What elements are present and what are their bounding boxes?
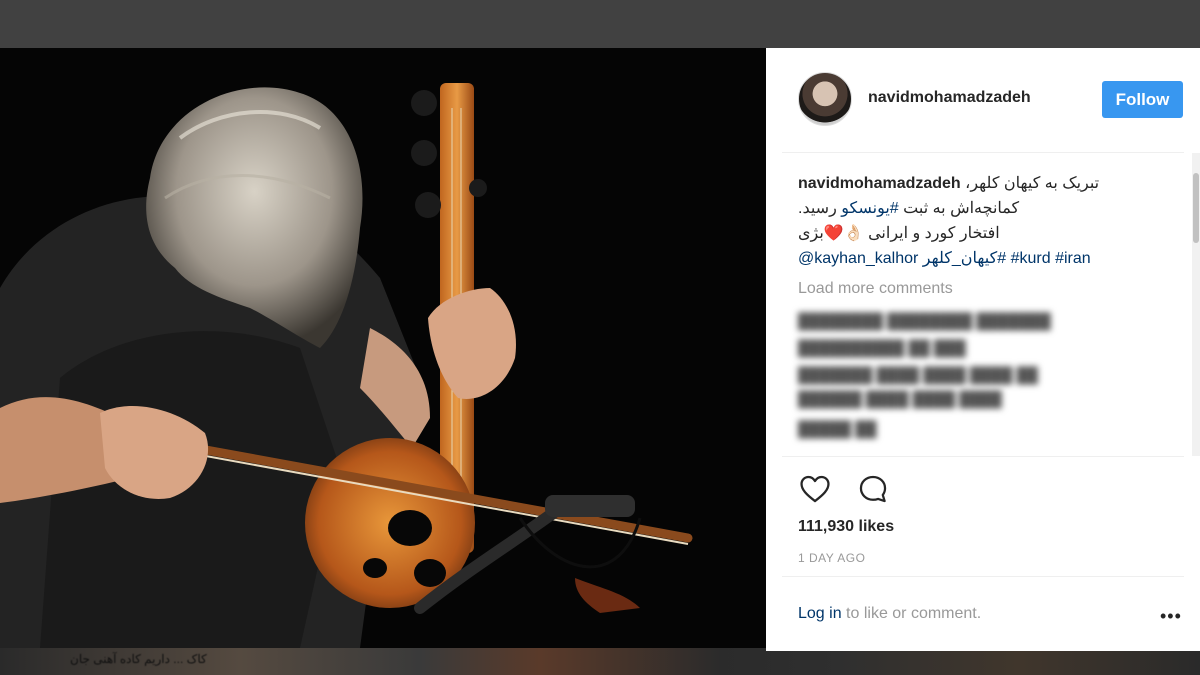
hashtag-iran[interactable]: #iran bbox=[1055, 250, 1091, 267]
musician-photo-illustration bbox=[0, 48, 766, 648]
hashtag-unesco[interactable]: #یونسکو bbox=[841, 200, 898, 217]
heart-icon[interactable] bbox=[798, 472, 832, 506]
top-bar bbox=[0, 0, 1200, 48]
background-strip: کاک ... داریم کاده آهنی جان bbox=[0, 648, 1200, 675]
caption-line-4: @kayhan_kalhor #کیهان_کلهر #kurd #iran bbox=[798, 248, 1091, 268]
avatar[interactable] bbox=[798, 72, 852, 126]
post-header: navidmohamadzadeh Follow bbox=[766, 48, 1200, 152]
caption-text-1: تبریک به کیهان کلهر، bbox=[965, 175, 1100, 192]
post-timestamp: 1 DAY AGO bbox=[798, 551, 866, 565]
mention-kayhan-kalhor[interactable]: @kayhan_kalhor bbox=[798, 250, 918, 267]
blurred-comment: ██████ ████ ████ ████ bbox=[798, 391, 1002, 408]
caption-line-1: navidmohamadzadeh تبریک به کیهان کلهر، bbox=[798, 173, 1099, 193]
blurred-comment: ███████ ████ ████ ████ ██ bbox=[798, 367, 1038, 384]
comment-bubble-icon[interactable] bbox=[856, 472, 890, 506]
post-username[interactable]: navidmohamadzadeh bbox=[868, 89, 1031, 107]
comments-section[interactable]: navidmohamadzadeh تبریک به کیهان کلهر، ک… bbox=[766, 153, 1200, 456]
caption-text-2b: رسید. bbox=[798, 200, 842, 217]
hashtag-kurd[interactable]: #kurd bbox=[1011, 250, 1051, 267]
divider bbox=[782, 576, 1184, 577]
post-side-panel: navidmohamadzadeh Follow navidmohamadzad… bbox=[766, 48, 1200, 651]
background-text: کاک ... داریم کاده آهنی جان bbox=[70, 652, 207, 666]
caption-line-3: افتخار کورد و ایرانی 👌🏻❤️بژی bbox=[798, 225, 1000, 242]
follow-button[interactable]: Follow bbox=[1102, 81, 1183, 118]
post-photo[interactable] bbox=[0, 48, 766, 648]
likes-count[interactable]: 111,930 likes bbox=[798, 518, 894, 536]
caption-author[interactable]: navidmohamadzadeh bbox=[798, 175, 961, 192]
login-prompt-text: to like or comment. bbox=[841, 605, 982, 622]
blurred-comment: ██████████ ██ ███ bbox=[798, 340, 966, 357]
scrollbar-thumb[interactable] bbox=[1193, 173, 1199, 243]
hashtag-kayhan-kalhor[interactable]: #کیهان_کلهر bbox=[923, 250, 1006, 267]
divider bbox=[782, 456, 1184, 457]
load-more-comments-link[interactable]: Load more comments bbox=[798, 280, 953, 298]
comments-scrollbar[interactable] bbox=[1192, 153, 1200, 456]
post-actions bbox=[798, 472, 890, 504]
caption-text-2a: کمانچه‌اش به ثبت bbox=[898, 200, 1020, 217]
blurred-comment: █████ ██ bbox=[798, 421, 877, 438]
blurred-comment: ████████ ████████ ███████ bbox=[798, 313, 1051, 330]
login-prompt: Log in to like or comment. bbox=[798, 605, 981, 623]
login-link[interactable]: Log in bbox=[798, 605, 842, 622]
caption-line-2: کمانچه‌اش به ثبت #یونسکو رسید. bbox=[798, 198, 1019, 218]
more-options-icon[interactable]: ••• bbox=[1160, 606, 1182, 627]
